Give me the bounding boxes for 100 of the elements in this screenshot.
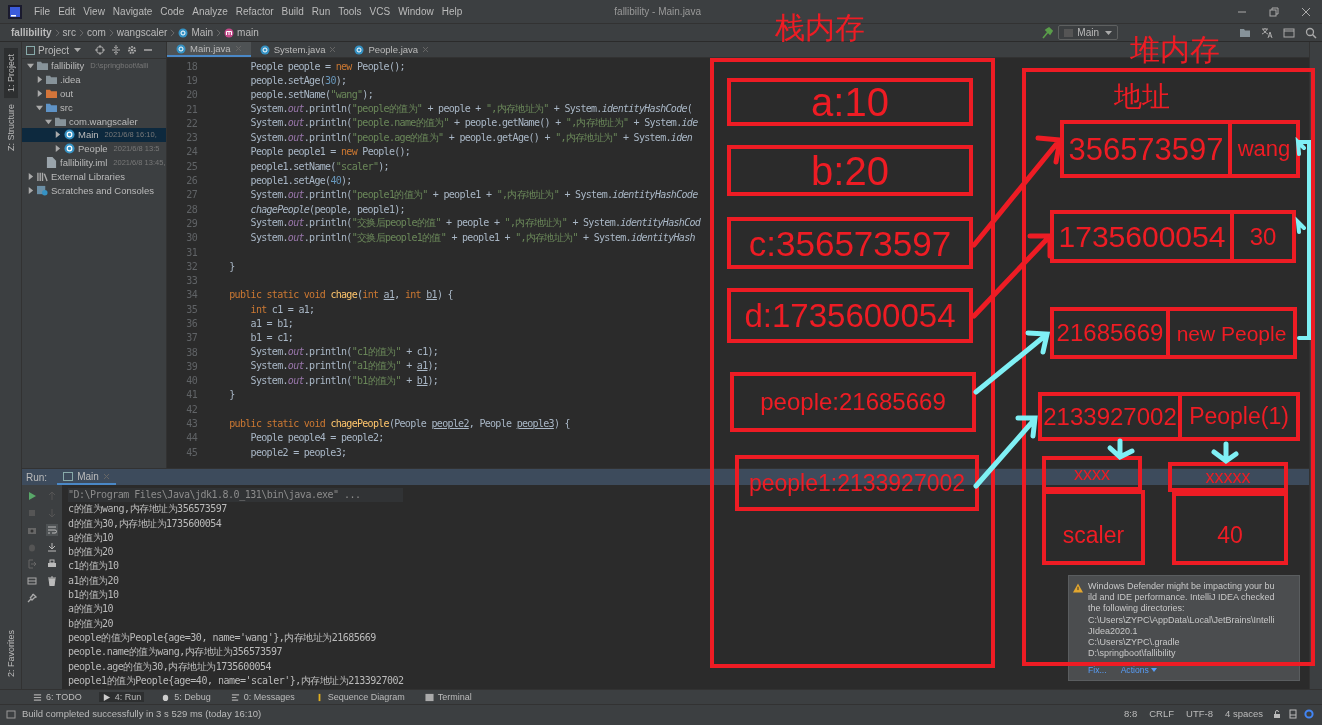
print-icon[interactable]	[46, 558, 58, 570]
menu-item[interactable]: Navigate	[108, 4, 157, 19]
expander-icon[interactable]	[27, 62, 34, 70]
tree-item[interactable]: .idea	[22, 72, 166, 87]
menu-item[interactable]: Build	[277, 4, 308, 19]
code-line: System.out.println("交换后people的值" + people + ",内存地址为" + System.identityHashCod	[249, 216, 701, 231]
breadcrumb[interactable]: com	[83, 27, 109, 38]
breadcrumb[interactable]: src	[59, 27, 79, 38]
expander-icon[interactable]	[45, 117, 52, 125]
line-number: 29	[185, 217, 197, 229]
translate-icon[interactable]	[1261, 26, 1273, 39]
run-config-dropdown[interactable]: Main	[1058, 25, 1118, 40]
console-line: d的值为30,内存地址为1735600054	[68, 516, 223, 531]
lock-icon[interactable]	[1272, 708, 1282, 719]
expander-icon[interactable]	[36, 76, 43, 84]
menu-item[interactable]: Edit	[54, 4, 80, 19]
tool-window-button[interactable]: Sequence Diagram	[311, 692, 408, 702]
layout-icon[interactable]	[26, 575, 38, 587]
notification-link[interactable]: Actions	[1120, 665, 1157, 676]
locate-icon[interactable]	[95, 45, 106, 55]
folder-icon[interactable]	[1239, 26, 1251, 39]
window-icon[interactable]	[1283, 26, 1295, 39]
chevron-icon	[170, 28, 176, 37]
breadcrumb[interactable]: Main	[175, 27, 217, 38]
status-item[interactable]: 8:8	[1121, 708, 1141, 719]
menu-item[interactable]: Refactor	[231, 4, 278, 19]
status-item[interactable]: CRLF	[1146, 708, 1178, 719]
console-line: people.age的值为30,内存地址为1735600054	[68, 659, 272, 674]
expander-icon[interactable]	[27, 186, 34, 194]
menu-item[interactable]: File	[30, 4, 55, 19]
line-number: 34	[185, 289, 197, 301]
breadcrumb[interactable]: fallibility	[8, 27, 55, 38]
tool-window-button[interactable]: 6: TODO	[30, 692, 85, 702]
line-number: 40	[185, 375, 197, 387]
tool-window-button[interactable]: 4: Run	[98, 692, 145, 702]
run-tab[interactable]: Main	[57, 469, 116, 485]
expander-icon[interactable]	[36, 103, 43, 111]
status-item[interactable]: 4 spaces	[1221, 708, 1266, 719]
trash-icon[interactable]	[46, 575, 58, 587]
scratch-icon	[37, 184, 48, 196]
run-icon[interactable]	[26, 490, 38, 502]
menu-item[interactable]: Run	[307, 4, 335, 19]
expander-icon[interactable]	[27, 172, 34, 180]
tool-window-button[interactable]: 0: Messages	[227, 692, 298, 702]
line-number: 38	[185, 346, 197, 358]
panel-icon	[26, 45, 35, 55]
menu-item[interactable]: Window	[394, 4, 438, 19]
notification-link[interactable]: Fix...	[1088, 665, 1107, 676]
tree-item[interactable]: External Libraries	[22, 169, 166, 184]
line-number: 39	[185, 360, 197, 372]
line-number: 27	[185, 189, 197, 201]
menu-item[interactable]: Tools	[334, 4, 366, 19]
tool-window-tab[interactable]: Z: Structure	[3, 98, 18, 158]
inspector-icon[interactable]	[1288, 708, 1298, 719]
expander-icon[interactable]	[36, 90, 43, 97]
search-icon[interactable]	[1305, 26, 1317, 39]
class-icon	[178, 27, 189, 38]
value-cell-text: wang	[1236, 135, 1292, 163]
scroll-to-end-icon[interactable]	[46, 541, 58, 553]
soft-wrap-icon[interactable]	[46, 524, 58, 536]
tool-window-button[interactable]: Terminal	[421, 692, 475, 702]
tree-item[interactable]: src	[22, 100, 166, 115]
console-line: b1的值为10	[68, 588, 120, 603]
line-number: 26	[185, 175, 197, 186]
menu-item[interactable]: View	[79, 4, 109, 19]
breadcrumb[interactable]: main	[221, 27, 262, 38]
pin-icon[interactable]	[26, 592, 38, 604]
hammer-icon[interactable]	[1041, 26, 1054, 39]
expander-icon[interactable]	[54, 145, 61, 153]
breadcrumb[interactable]: wangscaler	[113, 27, 171, 38]
ring-icon[interactable]	[1304, 708, 1314, 719]
line-number: 41	[185, 389, 197, 401]
line-number: 30	[185, 232, 197, 244]
collapse-icon[interactable]	[111, 45, 122, 55]
tool-window-tab[interactable]: 1: Project	[3, 48, 18, 99]
editor-tab[interactable]: People.java	[345, 42, 439, 57]
tool-window-tab[interactable]: 2: Favorites	[3, 623, 18, 683]
class-icon	[176, 43, 186, 54]
menu-item[interactable]: Analyze	[188, 4, 232, 19]
code-line: System.out.println("交换后people1的值" + people1 + ",内存地址为" + System.identityHash	[249, 230, 695, 245]
code-line: }	[228, 260, 235, 272]
editor-tab[interactable]: System.java	[250, 42, 346, 57]
tree-item[interactable]: com.wangscaler	[22, 114, 166, 128]
tree-item[interactable]: out	[22, 86, 166, 101]
tree-item[interactable]: Scratches and Consoles	[22, 183, 166, 197]
editor-tab[interactable]: Main.java	[167, 42, 251, 57]
menu-item[interactable]: VCS	[365, 4, 395, 19]
menu-item[interactable]: Code	[156, 4, 189, 19]
menu-item[interactable]: Help	[437, 4, 467, 19]
chevron-icon	[216, 28, 222, 37]
panel-title[interactable]: Project	[26, 44, 82, 56]
settings-icon[interactable]	[127, 45, 138, 55]
status-item[interactable]: UTF-8	[1183, 708, 1216, 719]
notification-message: Windows Defender might be impacting your build and IDE performance. IntelliJ IDEA checked the following directories: C:\Users\ZYPC\AppData\Local\JetBrains\IntelliJIdea2020.1 C:\Users\ZYPC\.gradle D:\springboot\fallibility	[1088, 581, 1276, 660]
window-icon	[6, 708, 16, 719]
tool-window-button[interactable]: 5: Debug	[158, 692, 214, 702]
messages-icon	[230, 692, 240, 702]
expander-icon[interactable]	[54, 131, 61, 139]
value-cell-text: new People	[1175, 320, 1288, 347]
line-number: 43	[185, 418, 197, 430]
